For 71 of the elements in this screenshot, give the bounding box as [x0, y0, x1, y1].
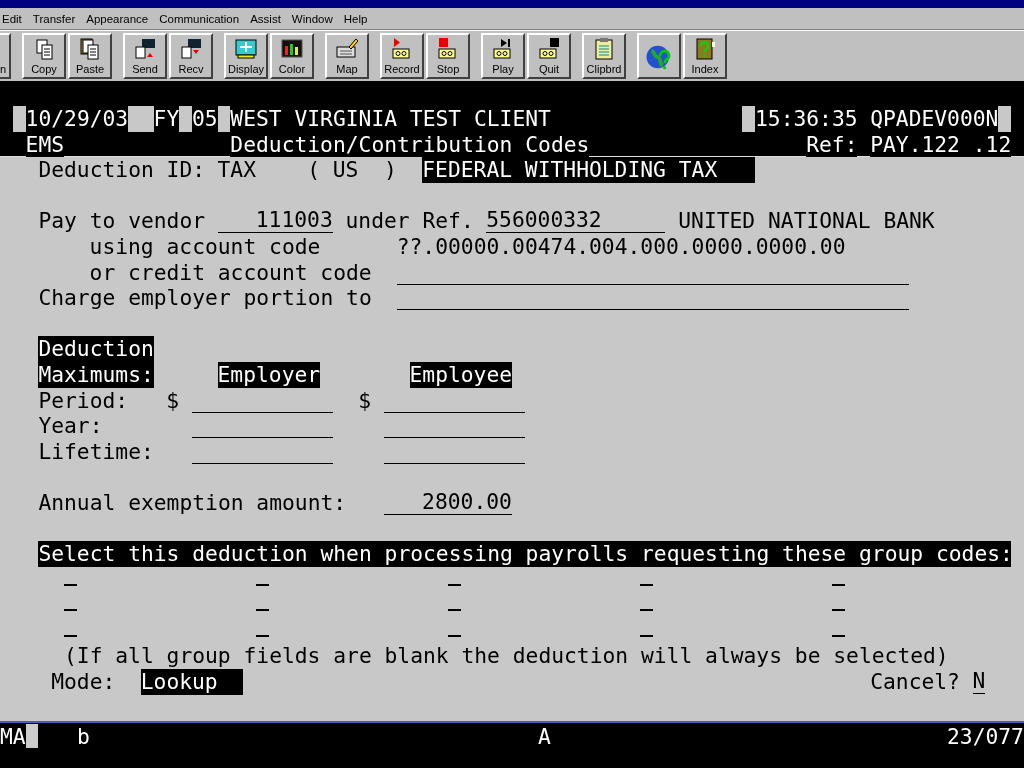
- documents-icon: [78, 37, 102, 61]
- country-code: ( US ): [307, 157, 397, 183]
- toolbar-button[interactable]: Map: [325, 33, 369, 79]
- account-code: ??.00000.00474.004.000.0000.0000.00: [396, 233, 845, 260]
- column-heading: Employee: [409, 361, 512, 388]
- menu-item[interactable]: Help: [343, 12, 368, 25]
- field-label: Deduction ID:: [38, 157, 205, 183]
- toolbar-button[interactable]: Clipbrd: [582, 33, 626, 79]
- toolbar-button[interactable]: Quit: [527, 33, 571, 79]
- field-label: Charge employer portion to: [38, 285, 372, 311]
- transfer-screens-icon: [179, 37, 203, 61]
- menu-item[interactable]: Transfer: [32, 12, 76, 25]
- hint-text: (If all group fields are blank the deduction will always be selected): [64, 643, 947, 670]
- toolbar-button[interactable]: Play: [481, 33, 525, 79]
- deduction-id: TAX: [217, 157, 256, 183]
- toolbar-button[interactable]: Paste: [68, 33, 112, 79]
- exemption-field[interactable]: 2800.00: [383, 489, 512, 515]
- section-heading: Maximums:: [38, 361, 154, 388]
- toolbar-button[interactable]: Recv: [169, 33, 213, 79]
- mode-value: Lookup: [140, 669, 244, 695]
- menu-item[interactable]: Edit: [2, 12, 22, 25]
- field-label: Pay to vendor: [38, 208, 205, 234]
- status-shift: A: [538, 724, 551, 750]
- deduction-description: FEDERAL WITHHOLDING TAX: [422, 157, 755, 183]
- keyboard-pencil-icon: [335, 37, 359, 61]
- toolbar-button[interactable]: Display: [224, 33, 268, 79]
- menu-item[interactable]: Assist: [250, 12, 281, 25]
- field-marker: [179, 106, 192, 132]
- section-heading: Deduction: [38, 336, 154, 362]
- toolbar-button[interactable]: Color: [270, 33, 314, 79]
- toolbar-button[interactable]: Send: [123, 33, 167, 79]
- vendor-name: UNITED NATIONAL BANK: [678, 208, 935, 234]
- cursor-position: 23/077: [947, 724, 1024, 750]
- toolbar-button[interactable]: Index: [683, 33, 727, 79]
- field-label: Lifetime:: [38, 438, 154, 465]
- status-indicator: b: [77, 724, 90, 750]
- field-label: using account code: [89, 233, 320, 260]
- cancel-field[interactable]: N: [972, 669, 986, 695]
- vendor-field[interactable]: 111003: [217, 208, 333, 234]
- currency-sign: $: [358, 387, 372, 414]
- toolbar-button[interactable]: Stop: [426, 33, 470, 79]
- field-marker: [742, 106, 755, 132]
- ref-field[interactable]: 556000332: [486, 208, 666, 234]
- display-icon: [234, 37, 258, 61]
- clipboard-icon: [592, 37, 616, 61]
- help-globe-button[interactable]: [637, 33, 681, 79]
- menu-item[interactable]: Communication: [159, 12, 240, 25]
- toolbar-button[interactable]: Record: [380, 33, 424, 79]
- field-marker: [998, 106, 1011, 132]
- status-mode: MA: [0, 724, 26, 750]
- field-marker: [12, 106, 26, 132]
- group-codes-prompt: Select this deduction when processing payrolls requesting these group codes:: [38, 541, 1011, 567]
- transfer-screens-icon: [133, 37, 157, 61]
- column-heading: Employer: [217, 361, 320, 388]
- field-label: Annual exemption amount:: [38, 489, 346, 516]
- field-marker: [127, 106, 154, 132]
- field-label: Period:: [38, 387, 128, 414]
- field-label: or credit account code: [89, 259, 372, 286]
- currency-sign: $: [166, 387, 180, 414]
- menu-item[interactable]: Window: [291, 12, 333, 25]
- field-label: Year:: [38, 413, 103, 439]
- field-label: Cancel?: [870, 669, 960, 695]
- menu-item[interactable]: Appearance: [86, 12, 149, 25]
- cursor-block: [26, 724, 38, 748]
- toolbar-button[interactable]: Copy: [22, 33, 66, 79]
- color-bars-icon: [280, 37, 304, 61]
- help-book-icon: [693, 37, 717, 61]
- tape-icon: [537, 37, 561, 61]
- toolbar-button[interactable]: n: [0, 33, 11, 79]
- field-label: under Ref.: [345, 208, 474, 234]
- field-label: Mode:: [51, 669, 116, 695]
